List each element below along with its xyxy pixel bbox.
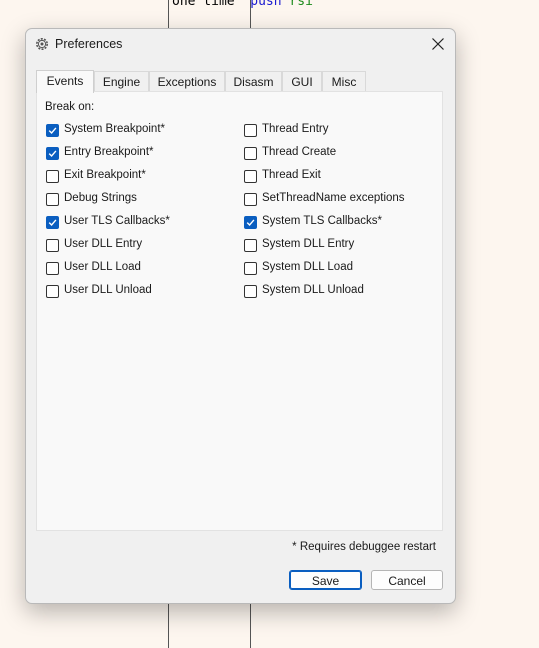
checkbox-box[interactable] xyxy=(46,239,59,252)
code-keyword: push xyxy=(250,0,282,9)
checkmark-icon xyxy=(246,219,255,227)
checkbox-box[interactable] xyxy=(46,124,59,137)
checkbox-box[interactable] xyxy=(244,216,257,229)
checkbox-label: Thread Entry xyxy=(262,123,329,135)
tab-disasm[interactable]: Disasm xyxy=(225,71,282,91)
checkbox-label: Entry Breakpoint* xyxy=(64,146,154,158)
close-button[interactable] xyxy=(427,33,449,55)
checkbox-label: Thread Exit xyxy=(262,169,321,181)
checkbox-label: SetThreadName exceptions xyxy=(262,192,405,204)
tab-events[interactable]: Events xyxy=(36,70,94,93)
checkbox-box[interactable] xyxy=(46,170,59,183)
checkbox-label: Debug Strings xyxy=(64,192,137,204)
checkbox-box[interactable] xyxy=(244,147,257,160)
checkbox-box[interactable] xyxy=(244,193,257,206)
tab-gui[interactable]: GUI xyxy=(282,71,322,91)
checkbox-label: System DLL Load xyxy=(262,261,353,273)
checkbox-box[interactable] xyxy=(244,239,257,252)
checkbox-label: System Breakpoint* xyxy=(64,123,165,135)
checkbox-label: System DLL Entry xyxy=(262,238,355,250)
checkbox-box[interactable] xyxy=(244,285,257,298)
checkbox-box[interactable] xyxy=(244,170,257,183)
checkbox-label: User DLL Entry xyxy=(64,238,143,250)
checkbox-box[interactable] xyxy=(46,262,59,275)
checkmark-icon xyxy=(48,219,57,227)
checkbox-box[interactable] xyxy=(46,147,59,160)
tab-misc[interactable]: Misc xyxy=(322,71,366,91)
checkmark-icon xyxy=(48,127,57,135)
gear-icon xyxy=(35,37,49,51)
checkbox-box[interactable] xyxy=(46,193,59,206)
code-register: rsi xyxy=(289,0,313,9)
dialog-title: Preferences xyxy=(55,37,123,51)
checkbox-label: System TLS Callbacks* xyxy=(262,215,382,227)
title-bar: Preferences xyxy=(26,29,455,59)
checkbox-label: User TLS Callbacks* xyxy=(64,215,170,227)
checkbox-box[interactable] xyxy=(46,285,59,298)
checkmark-icon xyxy=(48,150,57,158)
events-tab-panel: Break on: System Breakpoint* Entry Break… xyxy=(36,91,443,531)
checkbox-box[interactable] xyxy=(244,124,257,137)
checkbox-label: User DLL Load xyxy=(64,261,141,273)
checkbox-label: Thread Create xyxy=(262,146,337,158)
checkbox-box[interactable] xyxy=(244,262,257,275)
checkbox-box[interactable] xyxy=(46,216,59,229)
preferences-dialog: Preferences Events Engine Exceptions Dis… xyxy=(25,28,456,604)
tab-exceptions[interactable]: Exceptions xyxy=(149,71,225,91)
restart-note: * Requires debuggee restart xyxy=(292,541,436,553)
checkbox-label: User DLL Unload xyxy=(64,284,152,296)
checkbox-label: System DLL Unload xyxy=(262,284,364,296)
background-code-fragment: one time push rsi xyxy=(172,0,313,9)
tab-engine[interactable]: Engine xyxy=(94,71,149,91)
checkbox-label: Exit Breakpoint* xyxy=(64,169,146,181)
cancel-button[interactable]: Cancel xyxy=(371,570,443,590)
code-text: one time xyxy=(172,0,235,9)
close-icon xyxy=(432,38,444,50)
save-button[interactable]: Save xyxy=(289,570,362,590)
break-on-label: Break on: xyxy=(45,101,95,113)
